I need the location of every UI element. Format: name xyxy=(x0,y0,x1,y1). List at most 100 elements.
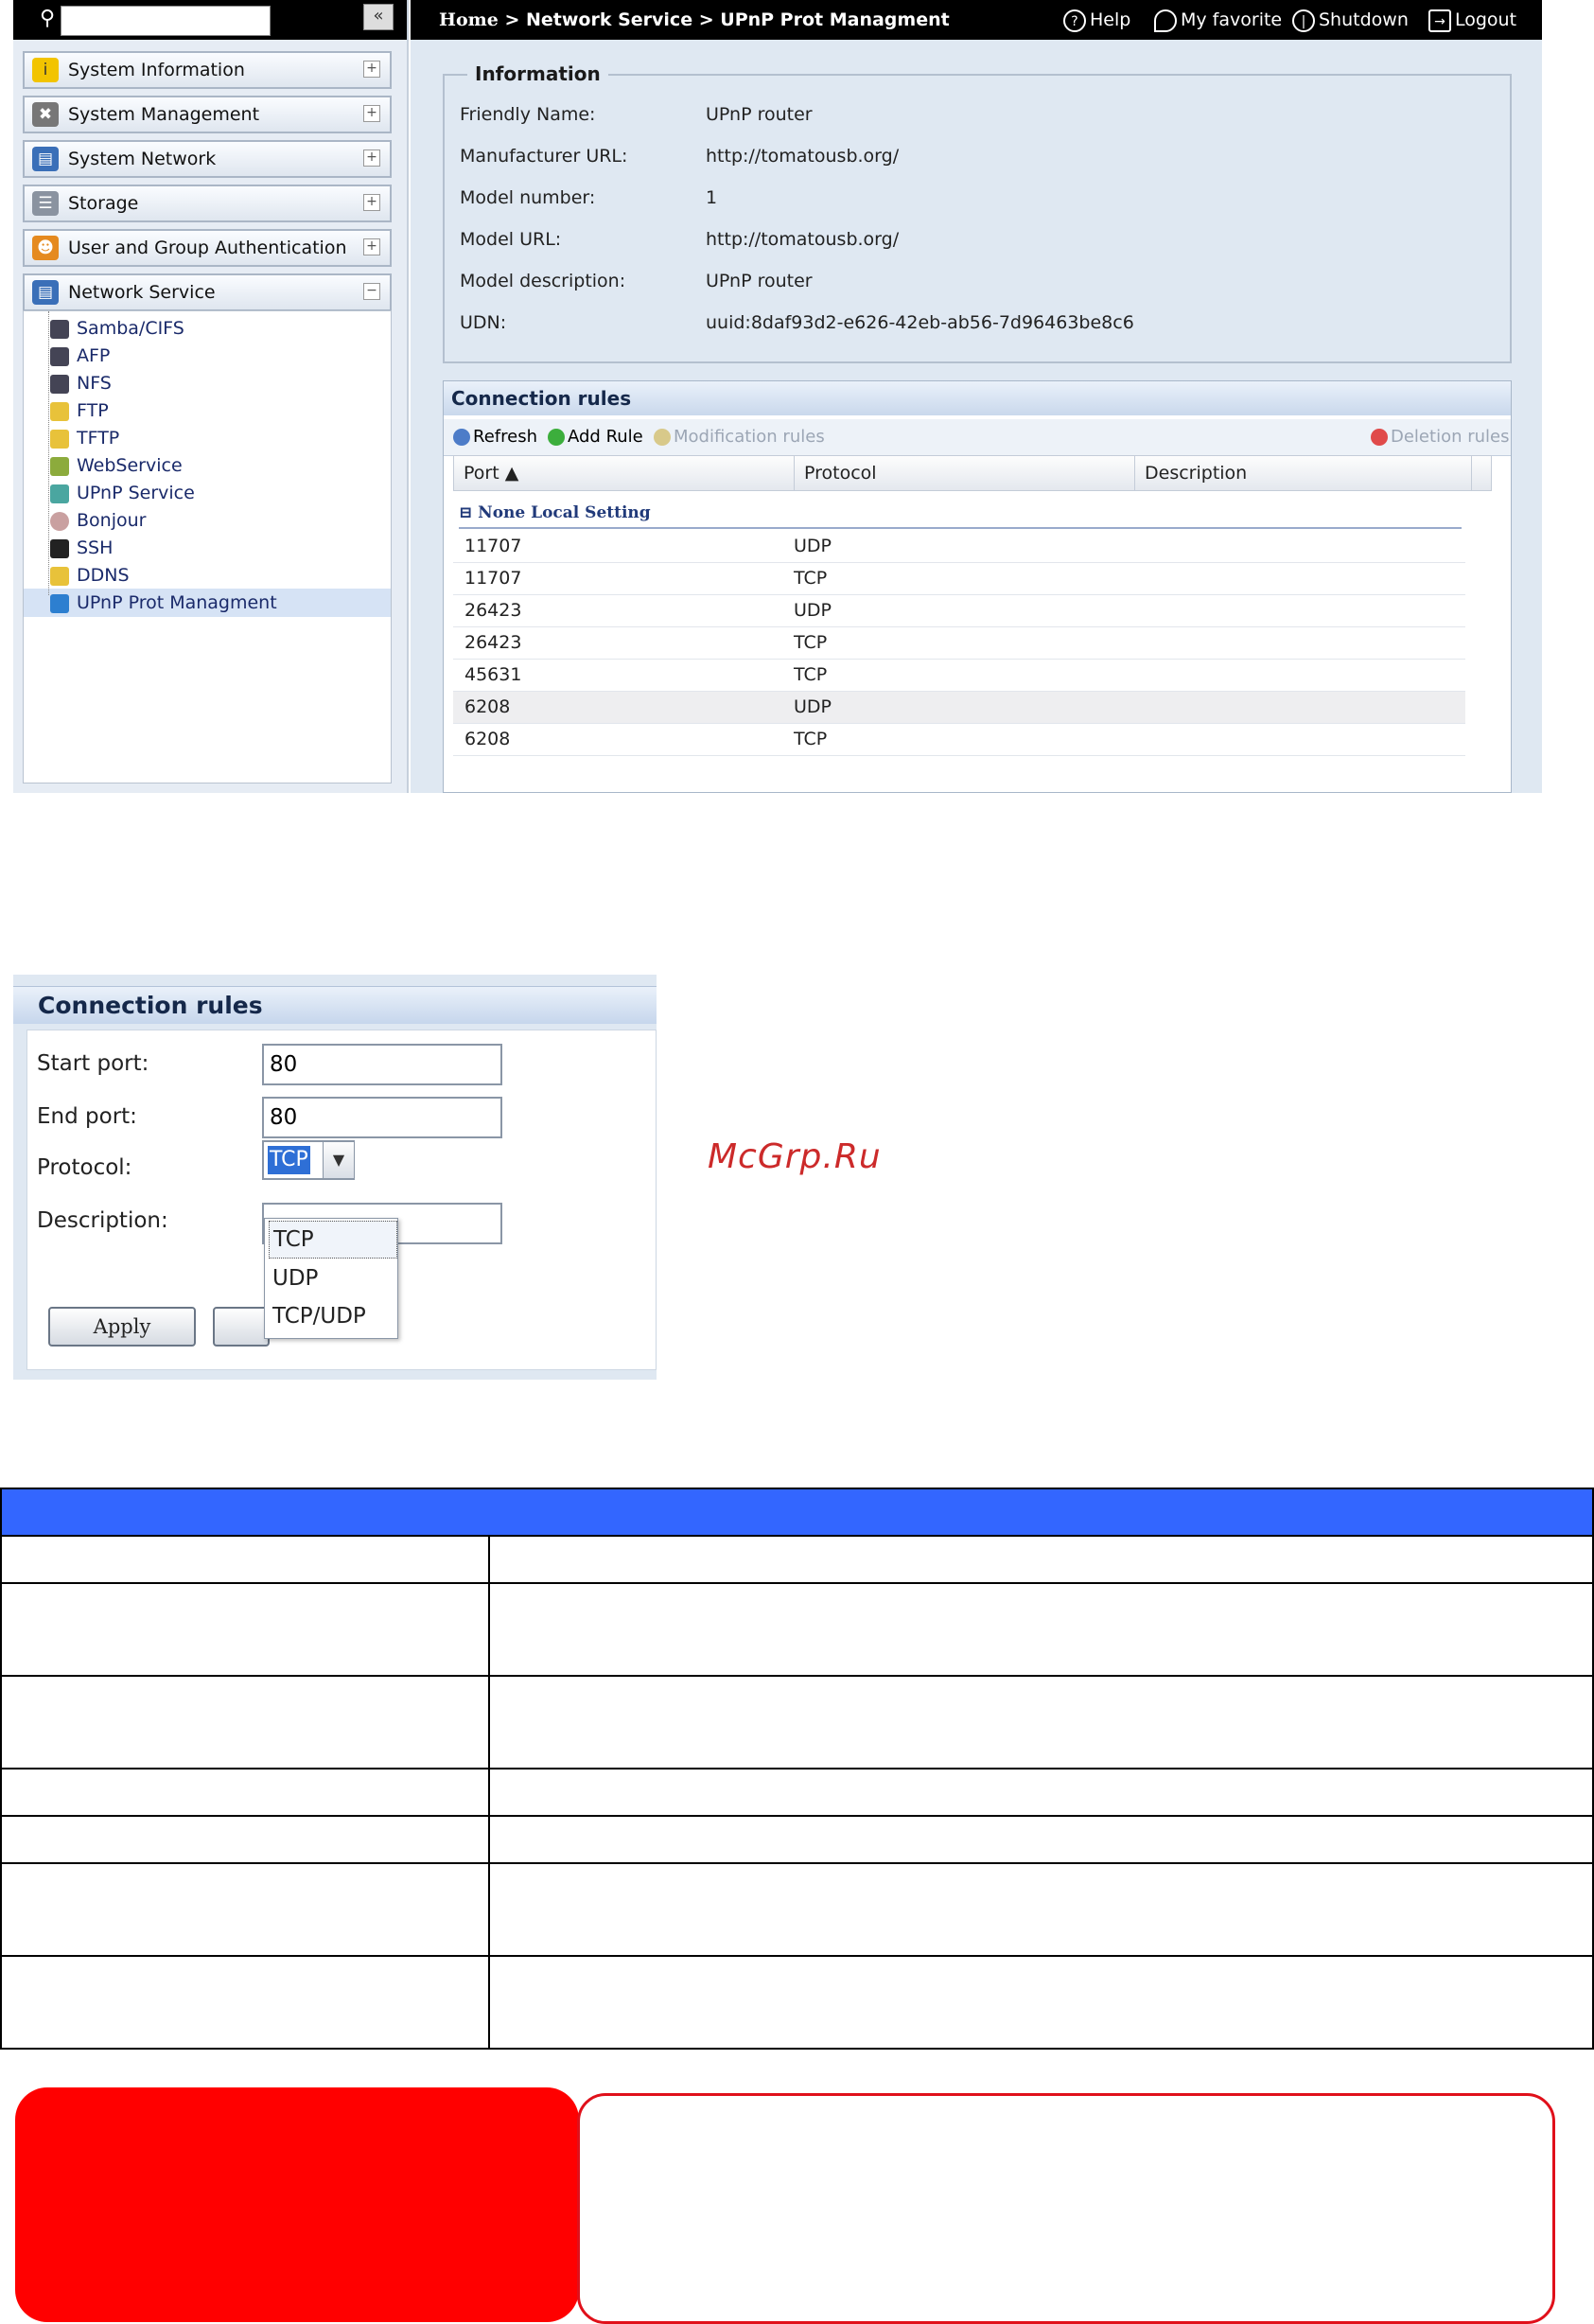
manufacturer-url-label: Manufacturer URL: xyxy=(460,146,628,167)
table-cell xyxy=(488,1768,1594,1817)
expand-icon[interactable]: + xyxy=(363,238,380,255)
network-icon: ▤ xyxy=(32,147,59,171)
sidebar-section-system-information[interactable]: i System Information + xyxy=(23,51,392,89)
sidebar-section-label: Network Service xyxy=(68,282,216,303)
tree-item-ssh[interactable]: SSH xyxy=(50,535,113,562)
protocol-column-header[interactable]: Protocol xyxy=(795,456,1135,490)
storage-icon: ☰ xyxy=(32,191,59,216)
rule-form-title: Connection rules xyxy=(13,986,657,1024)
modification-rules-button[interactable]: Modification rules xyxy=(654,419,825,455)
tree-item-ftp[interactable]: FTP xyxy=(50,397,109,425)
protocol-option-tcp[interactable]: TCP xyxy=(269,1221,397,1259)
refresh-button[interactable]: Refresh xyxy=(453,419,537,455)
bonjour-icon xyxy=(50,512,69,531)
model-description-label: Model description: xyxy=(460,271,626,291)
heart-icon xyxy=(1154,9,1177,32)
sidebar-section-label: System Management xyxy=(68,104,260,125)
expand-icon[interactable]: + xyxy=(363,150,380,167)
table-row xyxy=(0,1582,1594,1677)
collapse-sidebar-button[interactable]: « xyxy=(363,4,394,30)
table-row xyxy=(0,1955,1594,2050)
ddns-icon xyxy=(50,567,69,586)
tree-item-samba[interactable]: Samba/CIFS xyxy=(50,315,184,343)
sidebar: ⚲ « i System Information + ✖ System Mana… xyxy=(13,0,409,793)
tools-icon: ✖ xyxy=(32,102,59,127)
tree-item-afp[interactable]: AFP xyxy=(50,343,110,370)
deletion-rules-button[interactable]: Deletion rules xyxy=(1371,419,1509,455)
protocol-dropdown-list: TCP UDP TCP/UDP xyxy=(264,1218,398,1339)
table-row xyxy=(0,1862,1594,1957)
nfs-icon xyxy=(50,375,69,394)
expand-icon[interactable]: + xyxy=(363,105,380,122)
tree-item-upnp-port-management[interactable]: UPnP Prot Managment xyxy=(50,590,277,617)
collapse-icon[interactable]: − xyxy=(363,283,380,300)
delete-icon xyxy=(1371,429,1388,446)
sidebar-section-user-group-auth[interactable]: ☻ User and Group Authentication + xyxy=(23,229,392,267)
table-row[interactable]: 6208 UDP xyxy=(453,692,1465,724)
samba-icon xyxy=(50,320,69,339)
group-row-none-local-setting[interactable]: ⊟ None Local Setting xyxy=(459,499,1462,529)
table-cell xyxy=(0,1768,490,1817)
apply-button[interactable]: Apply xyxy=(48,1307,196,1347)
cancel-button[interactable] xyxy=(213,1307,270,1347)
sidebar-section-system-management[interactable]: ✖ System Management + xyxy=(23,96,392,133)
tree-item-upnp-service[interactable]: UPnP Service xyxy=(50,480,195,507)
protocol-select[interactable]: TCP ▼ xyxy=(262,1140,355,1180)
sidebar-section-system-network[interactable]: ▤ System Network + xyxy=(23,140,392,178)
help-button[interactable]: ? Help xyxy=(1063,0,1130,40)
breadcrumb-home[interactable]: Home xyxy=(439,9,499,30)
protocol-option-udp[interactable]: UDP xyxy=(269,1260,395,1296)
table-cell xyxy=(488,1535,1594,1584)
start-port-input[interactable]: 80 xyxy=(262,1044,502,1085)
port-column-header[interactable]: Port ▲ xyxy=(454,456,795,490)
note-label-block xyxy=(15,2087,579,2322)
network-service-icon: ▤ xyxy=(32,280,59,305)
table-cell xyxy=(0,1955,490,2050)
connection-rules-title: Connection rules xyxy=(444,381,1511,415)
top-bar: Home > Network Service > UPnP Prot Manag… xyxy=(411,0,1542,40)
gear-icon xyxy=(654,429,671,446)
main-content: Information Friendly Name: UPnP router M… xyxy=(411,40,1542,793)
add-rule-button[interactable]: Add Rule xyxy=(548,419,643,455)
breadcrumb-network-service[interactable]: Network Service xyxy=(526,9,692,30)
friendly-name-value: UPnP router xyxy=(706,104,813,125)
search-input[interactable] xyxy=(61,6,271,36)
information-fieldset: Information Friendly Name: UPnP router M… xyxy=(443,62,1512,363)
tree-item-nfs[interactable]: NFS xyxy=(50,370,112,397)
users-icon: ☻ xyxy=(32,236,59,260)
protocol-option-tcp-udp[interactable]: TCP/UDP xyxy=(269,1298,395,1334)
model-number-value: 1 xyxy=(706,187,718,208)
help-icon: ? xyxy=(1063,9,1086,32)
tree-item-ddns[interactable]: DDNS xyxy=(50,562,130,590)
sidebar-section-storage[interactable]: ☰ Storage + xyxy=(23,185,392,222)
upnp-management-screenshot: ⚲ « i System Information + ✖ System Mana… xyxy=(13,0,1542,793)
tree-item-webservice[interactable]: WebService xyxy=(50,452,183,480)
add-rule-form-screenshot: Connection rules Start port: 80 End port… xyxy=(13,975,657,1380)
tree-item-bonjour[interactable]: Bonjour xyxy=(50,507,146,535)
note-content-box xyxy=(577,2093,1555,2324)
network-service-tree: Samba/CIFS AFP NFS FTP TFTP WebService U… xyxy=(23,310,392,783)
chevron-down-icon[interactable]: ▼ xyxy=(323,1142,354,1178)
shutdown-button[interactable]: | Shutdown xyxy=(1292,0,1409,40)
udn-value: uuid:8daf93d2-e626-42eb-ab56-7d96463be8c… xyxy=(706,312,1134,333)
expand-icon[interactable]: + xyxy=(363,61,380,78)
table-row[interactable]: 11707 UDP xyxy=(453,531,1465,563)
table-row[interactable]: 45631 TCP xyxy=(453,660,1465,692)
table-row[interactable]: 6208 TCP xyxy=(453,724,1465,756)
information-legend: Information xyxy=(467,62,608,85)
description-column-header[interactable]: Description xyxy=(1135,456,1472,490)
favorite-button[interactable]: My favorite xyxy=(1154,0,1282,40)
expand-icon[interactable]: + xyxy=(363,194,380,211)
table-row[interactable]: 26423 TCP xyxy=(453,627,1465,660)
sidebar-section-network-service[interactable]: ▤ Network Service − xyxy=(23,273,392,311)
model-number-label: Model number: xyxy=(460,187,596,208)
end-port-input[interactable]: 80 xyxy=(262,1097,502,1138)
table-row[interactable]: 11707 TCP xyxy=(453,563,1465,595)
table-cell xyxy=(488,1955,1594,2050)
table-row[interactable]: 26423 UDP xyxy=(453,595,1465,627)
table-cell xyxy=(0,1582,490,1677)
logout-button[interactable]: → Logout xyxy=(1428,0,1516,40)
tree-item-tftp[interactable]: TFTP xyxy=(50,425,119,452)
table-header-row xyxy=(0,1488,1594,1537)
protocol-selected-value: TCP xyxy=(268,1146,310,1174)
